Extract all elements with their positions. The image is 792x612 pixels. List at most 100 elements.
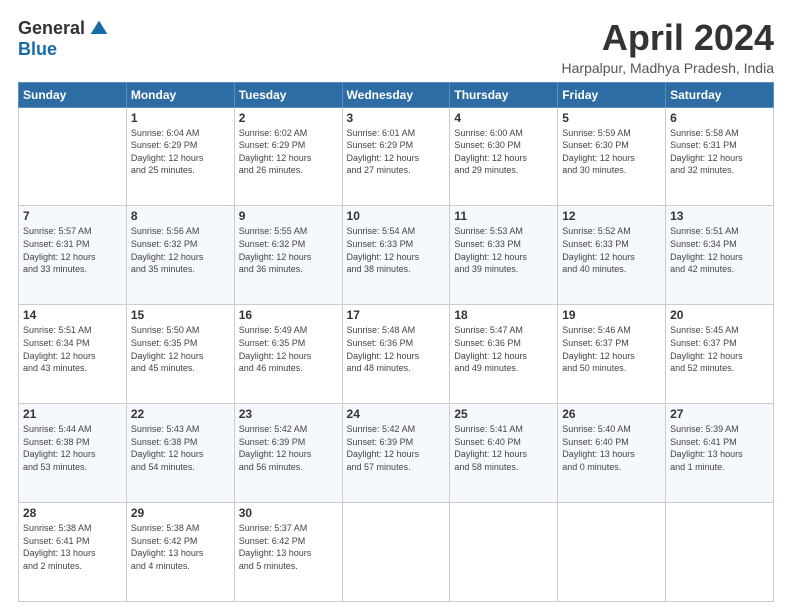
calendar-cell: 24 Sunrise: 5:42 AM Sunset: 6:39 PM Dayli… [342,404,450,503]
day-info: Sunrise: 5:39 AM Sunset: 6:41 PM Dayligh… [670,423,769,473]
calendar-cell: 16 Sunrise: 5:49 AM Sunset: 6:35 PM Dayli… [234,305,342,404]
day-info: Sunrise: 5:50 AM Sunset: 6:35 PM Dayligh… [131,324,230,374]
day-info: Sunrise: 5:44 AM Sunset: 6:38 PM Dayligh… [23,423,122,473]
day-info: Sunrise: 5:59 AM Sunset: 6:30 PM Dayligh… [562,127,661,177]
day-number: 1 [131,111,230,125]
day-number: 14 [23,308,122,322]
weekday-header-monday: Monday [126,82,234,107]
day-info: Sunrise: 5:57 AM Sunset: 6:31 PM Dayligh… [23,225,122,275]
week-row-2: 14 Sunrise: 5:51 AM Sunset: 6:34 PM Dayli… [19,305,774,404]
calendar-cell [558,503,666,602]
day-number: 22 [131,407,230,421]
calendar-cell: 29Sunrise: 5:38 AM Sunset: 6:42 PM Dayli… [126,503,234,602]
day-info: Sunrise: 5:42 AM Sunset: 6:39 PM Dayligh… [347,423,446,473]
day-number: 7 [23,209,122,223]
day-number: 8 [131,209,230,223]
logo: General Blue [18,18,109,60]
calendar-cell [342,503,450,602]
day-number: 18 [454,308,553,322]
day-number: 23 [239,407,338,421]
calendar-cell: 26 Sunrise: 5:40 AM Sunset: 6:40 PM Dayli… [558,404,666,503]
day-info: Sunrise: 5:40 AM Sunset: 6:40 PM Dayligh… [562,423,661,473]
week-row-4: 28 Sunrise: 5:38 AM Sunset: 6:41 PM Dayli… [19,503,774,602]
day-number: 25 [454,407,553,421]
day-info: Sunrise: 5:47 AM Sunset: 6:36 PM Dayligh… [454,324,553,374]
calendar-cell: 1 Sunrise: 6:04 AM Sunset: 6:29 PM Daylig… [126,107,234,206]
day-info: Sunrise: 5:43 AM Sunset: 6:38 PM Dayligh… [131,423,230,473]
day-info: Sunrise: 5:56 AM Sunset: 6:32 PM Dayligh… [131,225,230,275]
calendar-cell: 17Sunrise: 5:48 AM Sunset: 6:36 PM Dayli… [342,305,450,404]
day-number: 17 [347,308,446,322]
week-row-0: 1 Sunrise: 6:04 AM Sunset: 6:29 PM Daylig… [19,107,774,206]
day-info: Sunrise: 5:38 AM Sunset: 6:41 PM Dayligh… [23,522,122,572]
day-info: Sunrise: 5:37 AM Sunset: 6:42 PM Dayligh… [239,522,338,572]
day-number: 29 [131,506,230,520]
day-number: 20 [670,308,769,322]
day-info: Sunrise: 6:00 AM Sunset: 6:30 PM Dayligh… [454,127,553,177]
day-number: 11 [454,209,553,223]
calendar-cell: 20 Sunrise: 5:45 AM Sunset: 6:37 PM Dayli… [666,305,774,404]
calendar-cell: 8 Sunrise: 5:56 AM Sunset: 6:32 PM Daylig… [126,206,234,305]
weekday-header-sunday: Sunday [19,82,127,107]
calendar-cell: 23Sunrise: 5:42 AM Sunset: 6:39 PM Dayli… [234,404,342,503]
page: General Blue April 2024 Harpalpur, Madhy… [0,0,792,612]
day-info: Sunrise: 5:53 AM Sunset: 6:33 PM Dayligh… [454,225,553,275]
calendar-cell: 25 Sunrise: 5:41 AM Sunset: 6:40 PM Dayli… [450,404,558,503]
day-number: 5 [562,111,661,125]
day-info: Sunrise: 5:51 AM Sunset: 6:34 PM Dayligh… [23,324,122,374]
day-info: Sunrise: 6:01 AM Sunset: 6:29 PM Dayligh… [347,127,446,177]
calendar-cell: 4 Sunrise: 6:00 AM Sunset: 6:30 PM Daylig… [450,107,558,206]
day-number: 30 [239,506,338,520]
day-info: Sunrise: 5:41 AM Sunset: 6:40 PM Dayligh… [454,423,553,473]
calendar-cell: 7 Sunrise: 5:57 AM Sunset: 6:31 PM Daylig… [19,206,127,305]
week-row-3: 21 Sunrise: 5:44 AM Sunset: 6:38 PM Dayli… [19,404,774,503]
calendar-cell: 27Sunrise: 5:39 AM Sunset: 6:41 PM Dayli… [666,404,774,503]
month-title: April 2024 [562,18,774,58]
weekday-header-thursday: Thursday [450,82,558,107]
day-info: Sunrise: 5:58 AM Sunset: 6:31 PM Dayligh… [670,127,769,177]
weekday-header-tuesday: Tuesday [234,82,342,107]
day-number: 21 [23,407,122,421]
calendar-cell: 13Sunrise: 5:51 AM Sunset: 6:34 PM Dayli… [666,206,774,305]
weekday-header-row: SundayMondayTuesdayWednesdayThursdayFrid… [19,82,774,107]
title-section: April 2024 Harpalpur, Madhya Pradesh, In… [562,18,774,76]
day-number: 13 [670,209,769,223]
calendar-cell: 15 Sunrise: 5:50 AM Sunset: 6:35 PM Dayli… [126,305,234,404]
weekday-header-wednesday: Wednesday [342,82,450,107]
day-info: Sunrise: 6:02 AM Sunset: 6:29 PM Dayligh… [239,127,338,177]
day-number: 24 [347,407,446,421]
calendar-cell: 6 Sunrise: 5:58 AM Sunset: 6:31 PM Daylig… [666,107,774,206]
day-number: 15 [131,308,230,322]
logo-general-text: General [18,18,85,39]
day-info: Sunrise: 5:45 AM Sunset: 6:37 PM Dayligh… [670,324,769,374]
calendar-cell: 5 Sunrise: 5:59 AM Sunset: 6:30 PM Daylig… [558,107,666,206]
day-info: Sunrise: 5:52 AM Sunset: 6:33 PM Dayligh… [562,225,661,275]
day-info: Sunrise: 6:04 AM Sunset: 6:29 PM Dayligh… [131,127,230,177]
calendar-cell: 30 Sunrise: 5:37 AM Sunset: 6:42 PM Dayli… [234,503,342,602]
day-info: Sunrise: 5:54 AM Sunset: 6:33 PM Dayligh… [347,225,446,275]
day-number: 3 [347,111,446,125]
calendar-cell: 3 Sunrise: 6:01 AM Sunset: 6:29 PM Daylig… [342,107,450,206]
day-number: 16 [239,308,338,322]
calendar-cell [19,107,127,206]
calendar-cell: 14 Sunrise: 5:51 AM Sunset: 6:34 PM Dayli… [19,305,127,404]
calendar-cell: 10Sunrise: 5:54 AM Sunset: 6:33 PM Dayli… [342,206,450,305]
calendar-cell: 21 Sunrise: 5:44 AM Sunset: 6:38 PM Dayli… [19,404,127,503]
calendar-cell: 2 Sunrise: 6:02 AM Sunset: 6:29 PM Daylig… [234,107,342,206]
calendar-cell: 18 Sunrise: 5:47 AM Sunset: 6:36 PM Dayli… [450,305,558,404]
day-info: Sunrise: 5:55 AM Sunset: 6:32 PM Dayligh… [239,225,338,275]
day-number: 28 [23,506,122,520]
calendar-cell [450,503,558,602]
day-number: 26 [562,407,661,421]
day-info: Sunrise: 5:49 AM Sunset: 6:35 PM Dayligh… [239,324,338,374]
calendar-cell: 11 Sunrise: 5:53 AM Sunset: 6:33 PM Dayli… [450,206,558,305]
calendar-cell: 12Sunrise: 5:52 AM Sunset: 6:33 PM Dayli… [558,206,666,305]
day-number: 6 [670,111,769,125]
day-number: 4 [454,111,553,125]
weekday-header-friday: Friday [558,82,666,107]
week-row-1: 7 Sunrise: 5:57 AM Sunset: 6:31 PM Daylig… [19,206,774,305]
day-number: 2 [239,111,338,125]
header: General Blue April 2024 Harpalpur, Madhy… [18,18,774,76]
location: Harpalpur, Madhya Pradesh, India [562,60,774,76]
calendar-cell: 22 Sunrise: 5:43 AM Sunset: 6:38 PM Dayli… [126,404,234,503]
